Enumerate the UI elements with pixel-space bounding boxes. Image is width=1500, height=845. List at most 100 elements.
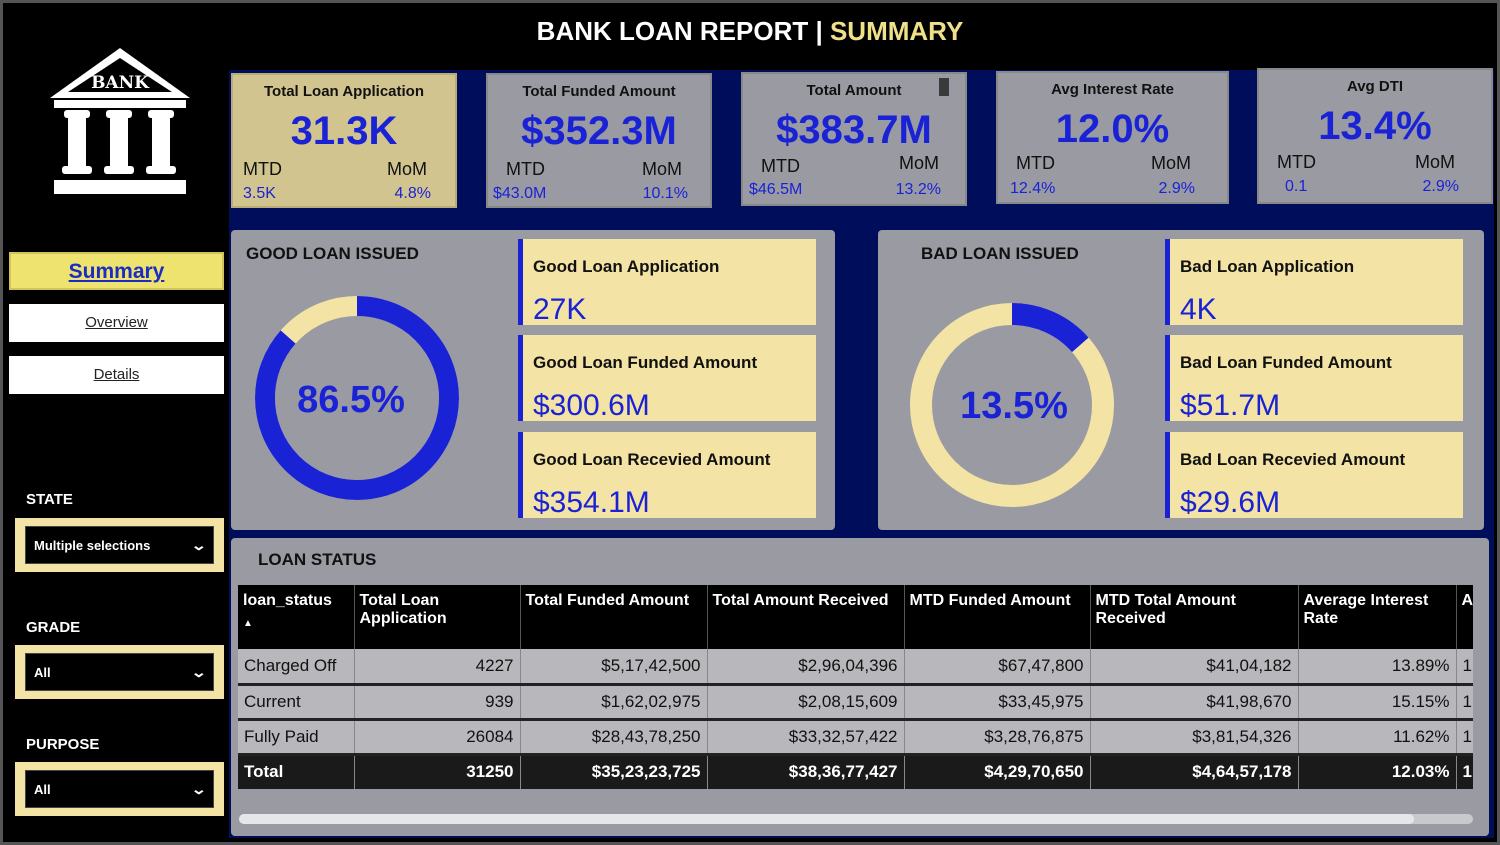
kpi-mtd-value: 3.5K: [243, 185, 276, 202]
kpi-mom-label: MoM: [1151, 153, 1191, 173]
kpi-title: Avg DTI: [1346, 78, 1404, 95]
stat-label: Good Loan Application: [533, 257, 720, 276]
kpi-title: Total Funded Amount: [522, 83, 676, 100]
table-cell: $41,98,670: [1090, 684, 1299, 721]
column-header-label: A: [1461, 592, 1474, 609]
stat-value: $29.6M: [1180, 486, 1281, 519]
stat-value: 27K: [533, 293, 587, 326]
grade-filter-box: All ⌄: [15, 645, 224, 699]
horizontal-scrollbar[interactable]: [239, 814, 1473, 824]
kpi-mtd-label: MTD: [761, 156, 800, 176]
kpi-mom-value: 2.9%: [1158, 180, 1195, 197]
table-cell: $33,32,57,422: [707, 719, 905, 756]
kpi-mom-value: 13.2%: [895, 181, 941, 198]
column-header[interactable]: loan_status ▲: [238, 585, 355, 649]
table-cell: 15.15%: [1298, 684, 1457, 721]
table-cell: $28,43,78,250: [520, 719, 708, 756]
kpi-mtd-label: MTD: [1016, 153, 1055, 173]
good-loan-application-card: Good Loan Application 27K: [518, 239, 816, 326]
column-header-label: Total Funded Amount: [525, 592, 690, 609]
bank-logo-text: BANK: [91, 73, 150, 93]
state-filter-dropdown[interactable]: Multiple selections ⌄: [25, 526, 214, 564]
purpose-filter-label: PURPOSE: [26, 736, 100, 753]
table-cell: $5,17,42,500: [520, 649, 708, 686]
column-header-label: MTD Total Amount Received: [1095, 592, 1236, 627]
kpi-mtd-label: MTD: [506, 159, 545, 179]
nav-details-button[interactable]: Details: [9, 356, 224, 394]
kpi-mtd-value: 0.1: [1285, 178, 1308, 195]
nav-overview-button[interactable]: Overview: [9, 304, 224, 342]
bad-loan-percent: 13.5%: [960, 385, 1068, 427]
kpi-mtd-value: $46.5M: [749, 181, 803, 198]
kpi-mom-label: MoM: [642, 159, 682, 179]
table-cell: 11.62%: [1298, 719, 1457, 756]
bad-loan-application-card: Bad Loan Application 4K: [1165, 239, 1463, 326]
grade-filter-label: GRADE: [26, 619, 81, 636]
page-title: BANK LOAN REPORT | SUMMARY: [0, 16, 1500, 47]
loan-status-table: loan_status ▲ Total Loan Application Tota…: [238, 585, 1473, 789]
sort-ascending-icon[interactable]: ▲: [243, 618, 349, 629]
table-cell: 1: [1456, 649, 1473, 686]
table-cell: $2,96,04,396: [707, 649, 905, 686]
kpi-value: 31.3K: [290, 109, 398, 153]
nav-summary-button[interactable]: Summary: [9, 252, 224, 290]
table-header-row: loan_status ▲ Total Loan Application Tota…: [238, 585, 1473, 649]
table-row[interactable]: Charged Off 4227 $5,17,42,500 $2,96,04,3…: [238, 649, 1473, 686]
stat-label: Good Loan Funded Amount: [533, 353, 758, 372]
scrollbar-thumb[interactable]: [239, 814, 1414, 824]
title-accent: SUMMARY: [829, 16, 964, 46]
kpi-mtd-value: 12.4%: [1010, 180, 1056, 197]
column-header[interactable]: Average Interest Rate: [1298, 585, 1457, 649]
table-cell: Fully Paid: [238, 719, 355, 756]
table-cell: $3,28,76,875: [904, 719, 1091, 756]
grade-filter-dropdown[interactable]: All ⌄: [25, 653, 214, 691]
table-cell: $1,62,02,975: [520, 684, 708, 721]
kpi-title: Total Loan Application: [264, 83, 424, 100]
kpi-title: Total Amount: [806, 82, 902, 99]
stat-value: $300.6M: [533, 389, 650, 422]
kpi-mom-label: MoM: [1415, 152, 1455, 172]
kpi-mtd-value: $43.0M: [493, 185, 547, 202]
good-loan-percent: 86.5%: [297, 379, 405, 421]
table-row[interactable]: Current 939 $1,62,02,975 $2,08,15,609 $3…: [238, 684, 1473, 721]
chevron-down-icon: ⌄: [190, 536, 208, 553]
bad-loan-heading: BAD LOAN ISSUED: [921, 244, 1079, 263]
table-cell: 12.03%: [1298, 754, 1457, 789]
column-header[interactable]: Total Loan Application: [354, 585, 521, 649]
table-cell: Current: [238, 684, 355, 721]
kpi-card-avg-interest-rate: Avg Interest Rate 12.0% MTD MoM 12.4% 2.…: [996, 71, 1229, 204]
bad-loan-funded-card: Bad Loan Funded Amount $51.7M: [1165, 335, 1463, 422]
column-header[interactable]: Total Amount Received: [707, 585, 905, 649]
column-header-label: MTD Funded Amount: [909, 592, 1071, 609]
column-header[interactable]: Total Funded Amount: [520, 585, 708, 649]
kpi-card-total-funded-amount: Total Funded Amount $352.3M MTD MoM $43.…: [486, 73, 712, 208]
column-header[interactable]: A: [1456, 585, 1473, 649]
good-loan-heading: GOOD LOAN ISSUED: [246, 244, 419, 263]
column-header-label: loan_status: [243, 592, 332, 609]
kpi-card-total-loan-application: Total Loan Application 31.3K MTD MoM 3.5…: [231, 73, 457, 208]
column-header[interactable]: MTD Total Amount Received: [1090, 585, 1299, 649]
purpose-filter-dropdown[interactable]: All ⌄: [25, 770, 214, 808]
kpi-card-avg-dti: Avg DTI 13.4% MTD MoM 0.1 2.9%: [1257, 68, 1493, 204]
bad-loan-donut[interactable]: 13.5%: [909, 302, 1115, 508]
stat-value: 4K: [1180, 293, 1217, 326]
kpi-mom-label: MoM: [899, 153, 939, 173]
column-header[interactable]: MTD Funded Amount: [904, 585, 1091, 649]
loan-status-heading: LOAN STATUS: [258, 550, 377, 569]
table-total-row[interactable]: Total 31250 $35,23,23,725 $38,36,77,427 …: [238, 754, 1473, 789]
table-cell: $4,29,70,650: [904, 754, 1091, 789]
loan-status-panel: LOAN STATUS loan_status ▲ Total Loan Appl…: [231, 538, 1489, 836]
kpi-mom-value: 10.1%: [642, 185, 688, 202]
table-cell: $33,45,975: [904, 684, 1091, 721]
table-cell: $38,36,77,427: [707, 754, 905, 789]
table-row[interactable]: Fully Paid 26084 $28,43,78,250 $33,32,57…: [238, 719, 1473, 756]
stat-value: $354.1M: [533, 486, 650, 519]
kpi-mom-value: 4.8%: [394, 185, 431, 202]
loan-status-table-wrapper: loan_status ▲ Total Loan Application Tota…: [238, 585, 1473, 791]
table-cell: $3,81,54,326: [1090, 719, 1299, 756]
kpi-value: $352.3M: [521, 109, 677, 153]
table-cell: 1: [1456, 754, 1473, 789]
table-cell: 939: [354, 684, 521, 721]
kpi-title: Avg Interest Rate: [1051, 81, 1174, 98]
good-loan-donut[interactable]: 86.5%: [253, 294, 461, 502]
